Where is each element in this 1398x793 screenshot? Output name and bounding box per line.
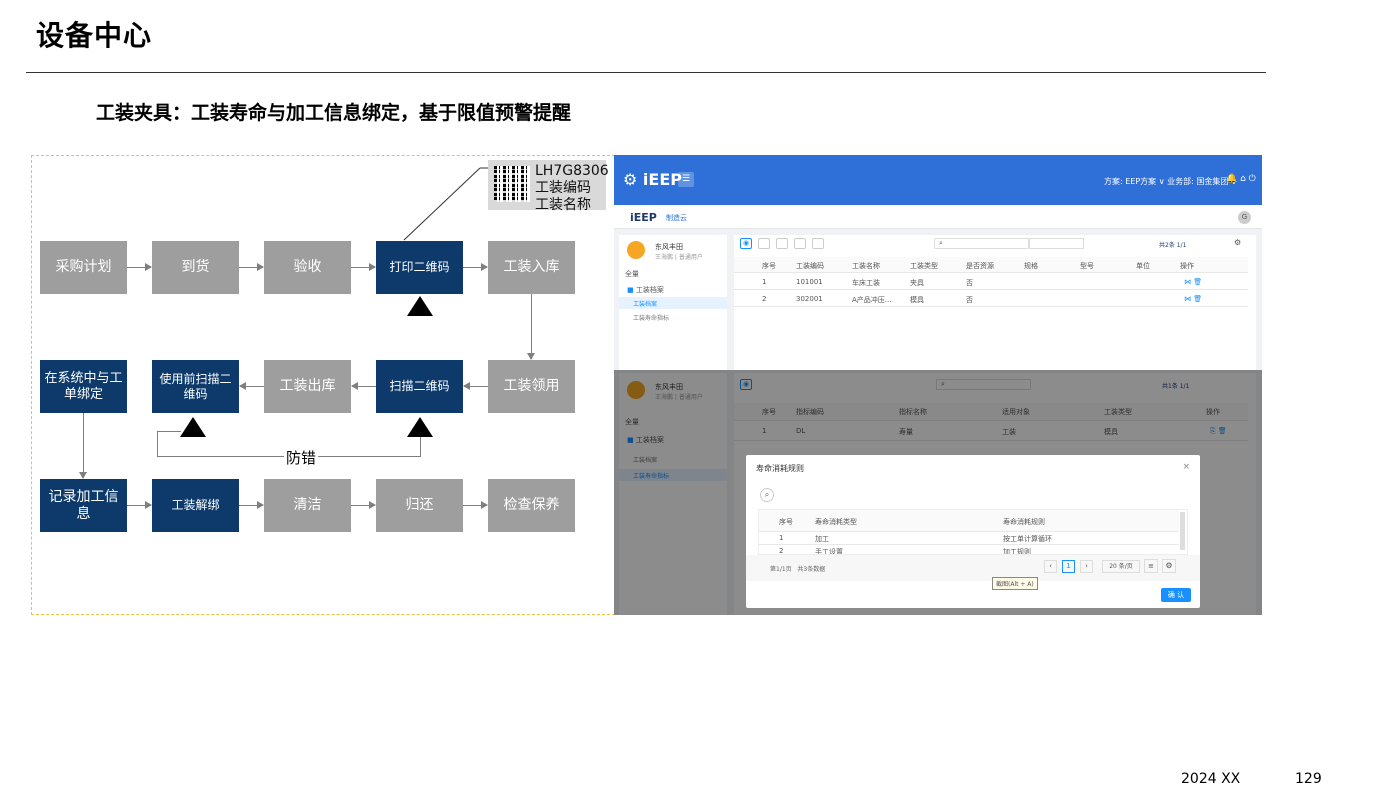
flow-step-scan-before-use: 使用前扫描二维码 [152,360,239,413]
loop-line [157,431,158,457]
flow-step-return: 归还 [376,479,463,532]
table-row[interactable]: 1 101001 车床工装 夹具 否 ⋈ 🗑 [734,274,1248,290]
life-consumption-rule-modal: 寿命消耗规则 × ⌕ 序号 寿命消耗类型 寿命消耗规则 1 加工 按工单计算循环… [746,455,1200,608]
flow-arrow [127,263,152,271]
flow-step-scan-qr: 扫描二维码 [376,360,463,413]
table-row[interactable]: 2 302001 A产品冲压... 模具 否 ⋈ 🗑 [734,291,1248,307]
flow-arrow [239,263,264,271]
flow-arrow [351,263,376,271]
row-action-icons[interactable]: ⋈ 🗑 [1184,278,1202,286]
flow-step-procurement-plan: 采购计划 [40,241,127,294]
table-row[interactable]: 1 加工 按工单计算循环 [759,533,1179,545]
avatar [627,241,645,259]
flow-step-unbind: 工装解绑 [152,479,239,532]
page-1-button[interactable]: 1 [1062,560,1075,573]
flow-arrow [127,501,152,509]
view-icon[interactable]: ◉ [740,238,752,249]
flow-step-arrival: 到货 [152,241,239,294]
flow-arrow [351,501,376,509]
flow-arrow [239,501,264,509]
subbar-logo: iEEP [630,211,657,224]
settings-icon[interactable]: ⚙ [1234,238,1241,247]
page-subtitle: 工装夹具：工装寿命与加工信息绑定，基于限值预警提醒 [96,102,572,124]
flow-step-tool-outbound: 工装出库 [264,360,351,413]
footer-year: 2024 XX [1181,771,1241,787]
app-header: ⚙ iEEP ☰ 方案: EEP方案 ∨ 业务部: 国金集团 ∨ 🔔 ⌂ ⏻ [614,155,1262,205]
scan-triangle-icon [407,296,433,316]
app-screenshot: ⚙ iEEP ☰ 方案: EEP方案 ∨ 业务部: 国金集团 ∨ 🔔 ⌂ ⏻ i… [614,155,1262,615]
search-input[interactable]: ⌕ [934,238,1029,249]
app-logo: ⚙ iEEP [623,170,682,189]
callout-line [403,167,488,241]
prev-page-button[interactable]: ‹ [1044,560,1057,573]
refresh-icon[interactable]: G [1238,211,1251,224]
filter-select[interactable] [1029,238,1084,249]
page-title: 设备中心 [36,19,153,52]
page-number: 129 [1295,771,1322,787]
tree-root[interactable]: 全量 [625,269,639,279]
list-icon[interactable]: ≡ [1144,559,1158,573]
tool-name-label: 工装名称 [535,197,591,213]
confirm-button[interactable]: 确 认 [1161,588,1191,602]
table-row[interactable]: 2 手工设置 加工规则 [759,546,1179,554]
row-action-icons[interactable]: ⋈ 🗑 [1184,295,1202,303]
flow-arrow-down [527,294,535,360]
tree-item-tool-archive[interactable]: 工装档案 [633,299,657,308]
header-icons[interactable]: 🔔 ⌂ ⏻ [1226,174,1256,184]
user-role: 王海鹏 | 普通用户 [655,254,703,261]
flow-arrow [463,263,488,271]
next-page-button[interactable]: › [1080,560,1093,573]
qr-label-callout: LH7G8306 工装编码 工装名称 [488,160,609,213]
flow-step-maintenance: 检查保养 [488,479,575,532]
flow-arrow [463,501,488,509]
header-scheme-selector[interactable]: 方案: EEP方案 ∨ 业务部: 国金集团 ∨ [1104,176,1237,187]
tree-item-life-indicator[interactable]: 工装寿命指标 [633,313,669,322]
modal-title: 寿命消耗规则 [756,464,804,473]
table-header: 序号 寿命消耗类型 寿命消耗规则 [759,510,1179,532]
modal-pager-info: 第1/1页 共3条数据 [770,566,826,573]
scan-triangle-icon [407,417,433,437]
flow-arrow-left [239,382,264,390]
flow-step-bind-workorder: 在系统中与工单绑定 [40,360,127,413]
delete-icon[interactable] [776,238,788,249]
flow-step-print-qr: 打印二维码 [376,241,463,294]
tool-code-label: 工装编码 [535,180,591,196]
tree-group-tool-archive[interactable]: ■ 工装档案 [627,285,664,295]
settings-icon[interactable]: ⚙ [1162,559,1176,573]
search-icon[interactable]: ⌕ [760,488,774,502]
edit-icon[interactable] [758,238,770,249]
flow-arrow-left [351,382,376,390]
loop-line [157,431,181,432]
tab-manufacturing-cloud[interactable]: 制造云 [666,213,687,223]
modal-rule-table: 序号 寿命消耗类型 寿命消耗规则 1 加工 按工单计算循环 2 手工设置 加工规… [758,509,1188,555]
qr-code-icon [494,166,530,202]
export-icon[interactable] [794,238,806,249]
tool-code-value: LH7G8306 [535,163,609,179]
error-proof-label: 防错 [284,447,319,468]
flow-arrow-down [79,413,87,479]
user-name: 东风丰田 [655,243,683,251]
top-tree-panel: 东风丰田 王海鹏 | 普通用户 全量 ■ 工装档案 工装档案 工装寿命指标 [619,235,727,370]
flow-step-tool-inbound: 工装入库 [488,241,575,294]
pager-info: 共2条 1/1 [1159,242,1187,249]
app-subbar: iEEP 制造云 G [614,205,1262,229]
screenshot-tooltip: 截图(Alt + A) [992,577,1038,590]
title-divider [26,72,1266,73]
scan-triangle-icon [180,417,206,437]
flow-step-inspection: 验收 [264,241,351,294]
page-size-select[interactable]: 20 条/页 [1102,560,1140,573]
close-icon[interactable]: × [1182,462,1190,472]
scrollbar[interactable] [1180,512,1185,550]
flow-step-clean: 清洁 [264,479,351,532]
table-header: 序号 工装编码 工装名称 工装类型 是否资源 规格 型号 单位 操作 [734,257,1248,273]
top-tool-table: ◉ ⌕ 共2条 1/1 ⚙ 序号 工装编码 工装名称 工装类型 是否资源 规格 … [734,235,1256,370]
flow-step-tool-requisition: 工装领用 [488,360,575,413]
flow-step-record-machining: 记录加工信息 [40,479,127,532]
flow-arrow-left [463,382,488,390]
upload-icon[interactable] [812,238,824,249]
menu-toggle-icon[interactable]: ☰ [678,172,694,187]
loop-line [420,437,421,457]
